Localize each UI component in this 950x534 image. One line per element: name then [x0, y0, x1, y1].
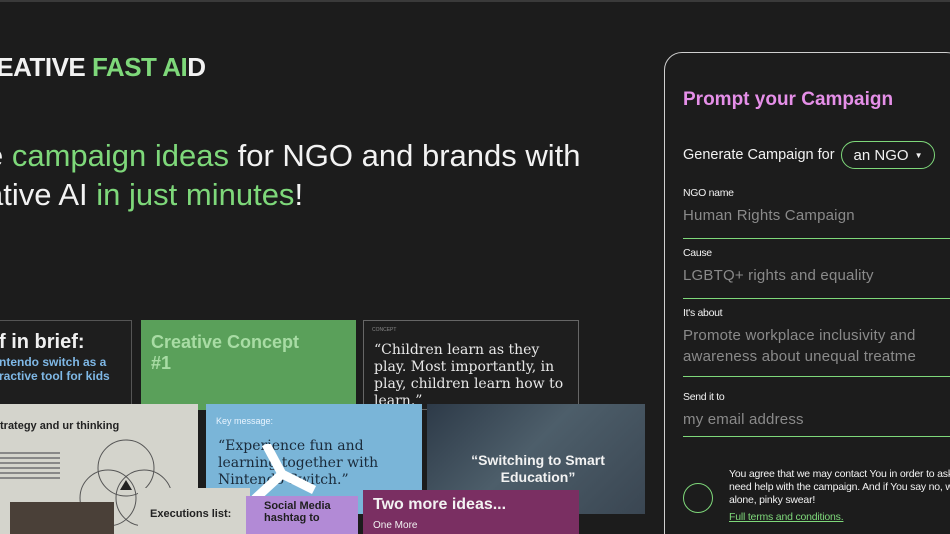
card-quote: CONCEPT “Children learn as they play. Mo…: [363, 320, 579, 410]
terms-link[interactable]: Full terms and conditions.: [729, 511, 844, 523]
placeholder-line: awareness about unequal treatme: [683, 348, 917, 365]
card-hashtag: Social Media hashtag to: [246, 496, 358, 534]
generate-row: Generate Campaign for an NGO ▼: [683, 141, 936, 169]
headline-line-2: ative AI in just minutes!: [0, 175, 581, 214]
card-subtitle: ntendo switch as a ractive tool for kids: [0, 355, 110, 383]
card-title: Two more ideas...: [373, 496, 507, 513]
headline-text: ative AI: [0, 177, 88, 212]
card-brief: f in brief: ntendo switch as a ractive t…: [0, 320, 132, 410]
consent-text: You agree that we may contact You in ord…: [729, 468, 950, 506]
card-title: Social Media hashtag to: [264, 500, 331, 524]
card-executions: Executions list:: [138, 488, 250, 534]
card-label: CONCEPT: [372, 327, 397, 333]
prompt-panel: Prompt your Campaign Generate Campaign f…: [664, 52, 950, 534]
field-label: NGO name: [683, 187, 734, 199]
field-label: Cause: [683, 247, 712, 259]
panel-title: Prompt your Campaign: [683, 89, 894, 110]
headline-text: e: [0, 138, 12, 173]
cause-field[interactable]: Cause LGBTQ+ rights and equality: [683, 247, 950, 299]
card-more-ideas: Two more ideas... One More: [363, 490, 579, 534]
card-label: Key message:: [216, 416, 274, 426]
campaign-type-select[interactable]: an NGO ▼: [840, 141, 936, 169]
field-placeholder: my email address: [683, 411, 804, 428]
card-title: Creative Concept #1: [151, 332, 300, 373]
card-quote-text: “Switching to Smart Education”: [471, 452, 605, 485]
select-value: an NGO: [853, 146, 909, 164]
hero-headline: e campaign ideas for NGO and brands with…: [0, 136, 581, 214]
field-placeholder: LGBTQ+ rights and equality: [683, 267, 874, 284]
headline-highlight: campaign ideas: [11, 138, 229, 173]
brand-part-2: FAST AI: [91, 52, 188, 82]
card-concept: Creative Concept #1: [141, 320, 356, 410]
headline-line-1: e campaign ideas for NGO and brands with: [0, 136, 581, 175]
caret-down-icon: ▼: [914, 150, 923, 160]
headline-text: for NGO and brands with: [229, 138, 581, 173]
brand-logo: REATIVE FAST AID: [0, 52, 206, 83]
brand-part-3: D: [187, 52, 206, 82]
generate-label: Generate Campaign for: [683, 147, 835, 163]
card-title: Executions list:: [150, 508, 232, 520]
card-subtitle: One More: [373, 520, 418, 531]
card-title: f in brief:: [0, 331, 85, 353]
headline-highlight: in just minutes: [96, 177, 295, 212]
field-placeholder: Human Rights Campaign: [683, 207, 855, 224]
consent-checkbox[interactable]: [683, 483, 713, 513]
placeholder-line: Promote workplace inclusivity and: [683, 327, 916, 344]
send-to-field[interactable]: Send it to my email address: [683, 391, 950, 437]
campaign-collage: f in brief: ntendo switch as a ractive t…: [0, 318, 660, 534]
field-placeholder: Promote workplace inclusivity and awaren…: [683, 325, 950, 367]
headline-text: !: [294, 177, 304, 212]
about-field[interactable]: It's about Promote workplace inclusivity…: [683, 307, 950, 377]
card-quote-text: “Children learn as they play. Most impor…: [374, 342, 564, 409]
brand-part-1: REATIVE: [0, 52, 86, 82]
field-label: It's about: [683, 307, 723, 319]
top-border: [0, 0, 950, 2]
ngo-name-field[interactable]: NGO name Human Rights Campaign: [683, 187, 950, 239]
card-photo: [10, 502, 114, 534]
field-label: Send it to: [683, 391, 725, 403]
